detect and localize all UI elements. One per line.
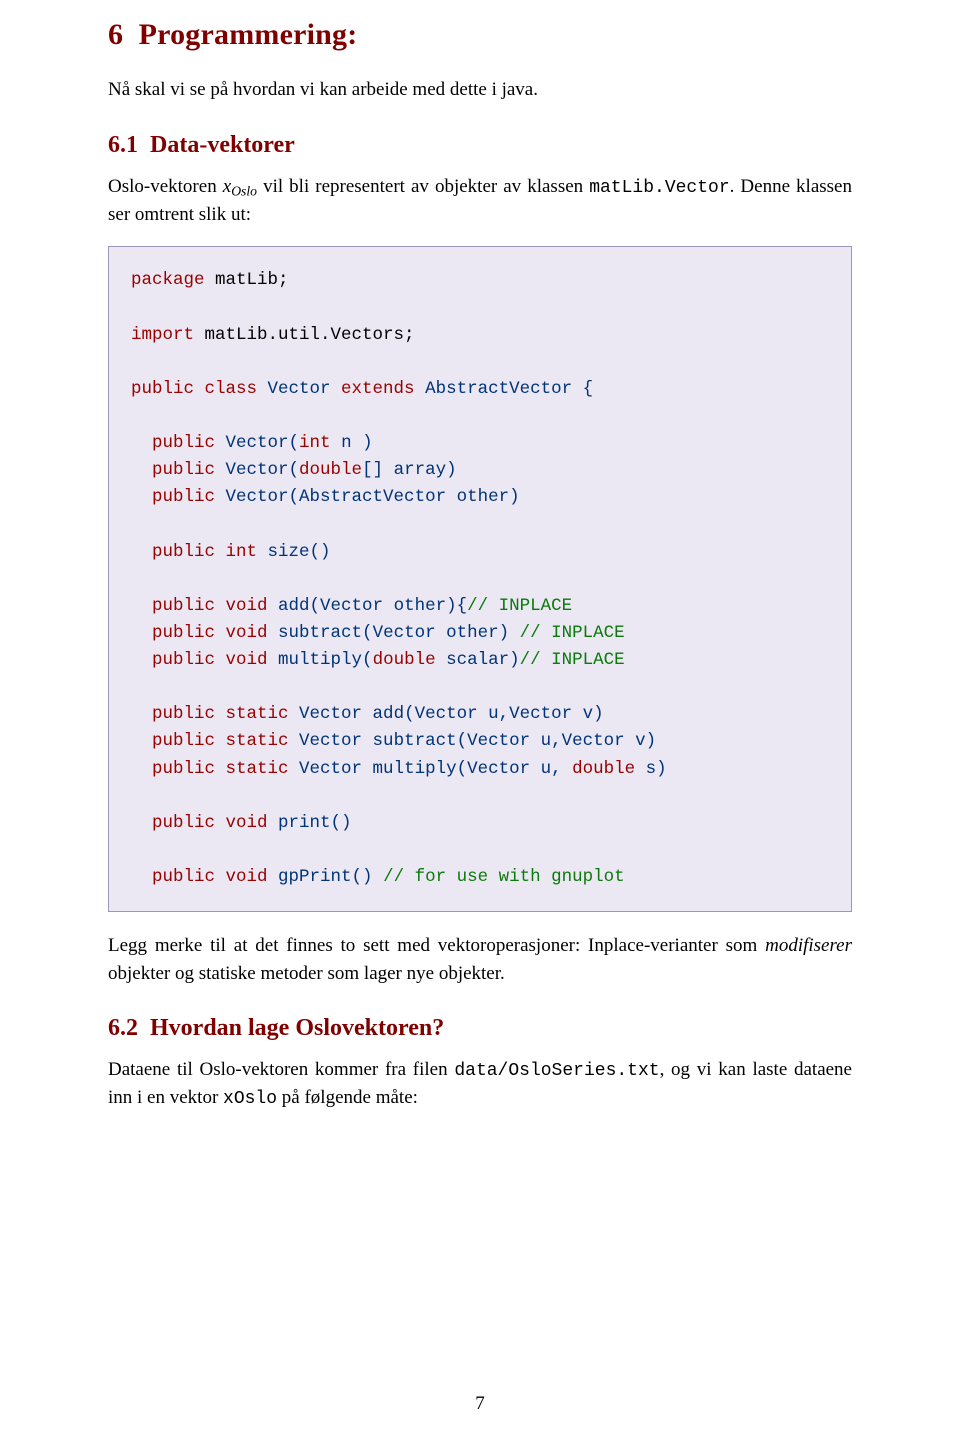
math-variable-x: x [223, 176, 231, 197]
intro-paragraph: Nå skal vi se på hvordan vi kan arbeide … [108, 76, 852, 104]
page-number: 7 [0, 1393, 960, 1415]
code-type: multiply( [268, 650, 373, 670]
code-type: Vector( [215, 460, 299, 480]
subsection-6-2-heading: 6.2 Hvordan lage Oslovektoren? [108, 1015, 852, 1042]
code-type: Vector [257, 379, 341, 399]
inline-code-xoslo: xOslo [223, 1089, 277, 1109]
code-keyword: public static [152, 731, 289, 751]
code-keyword: public void [152, 867, 268, 887]
inline-code-data-path: data/OsloSeries.txt [454, 1061, 659, 1081]
text: på følgende måte: [277, 1087, 418, 1108]
code-comment: // for use with gnuplot [383, 867, 625, 887]
section-heading: 6 Programmering: [108, 18, 852, 52]
code-keyword: public void [152, 813, 268, 833]
code-comment: // INPLACE [520, 650, 625, 670]
code-type: Vector( [215, 433, 299, 453]
page: 6 Programmering: Nå skal vi se på hvorda… [0, 0, 960, 1445]
code-type: scalar) [436, 650, 520, 670]
subsection-6-1-heading: 6.1 Data-vektorer [108, 132, 852, 159]
code-type: size() [257, 542, 331, 562]
subsection-6-2-paragraph: Dataene til Oslo-vektoren kommer fra fil… [108, 1056, 852, 1112]
code-type: Vector subtract(Vector u,Vector v) [289, 731, 657, 751]
code-keyword: public static [152, 759, 289, 779]
code-keyword: double [373, 650, 436, 670]
math-subscript-oslo: Oslo [231, 183, 257, 198]
code-keyword: public [152, 487, 215, 507]
code-keyword: double [572, 759, 635, 779]
section-title: Programmering: [139, 18, 358, 51]
code-keyword: import [131, 325, 194, 345]
text: Legg merke til at det finnes to sett med… [108, 935, 765, 956]
code-keyword: public void [152, 650, 268, 670]
code-keyword: public static [152, 704, 289, 724]
code-keyword: extends [341, 379, 415, 399]
code-keyword: int [299, 433, 331, 453]
code-pre: package matLib; import matLib.util.Vecto… [131, 267, 829, 891]
code-type: print() [268, 813, 352, 833]
code-listing-vector-class: package matLib; import matLib.util.Vecto… [108, 246, 852, 912]
after-6-1-paragraph: Legg merke til at det finnes to sett med… [108, 932, 852, 987]
code-type: subtract(Vector other) [268, 623, 520, 643]
text: Dataene til Oslo-vektoren kommer fra fil… [108, 1059, 454, 1080]
subsection-number: 6.1 [108, 132, 138, 158]
code-type: n ) [331, 433, 373, 453]
section-number: 6 [108, 18, 123, 51]
code-type: Vector add(Vector u,Vector v) [289, 704, 604, 724]
code-type: [] array) [362, 460, 457, 480]
code-type: gpPrint() [268, 867, 384, 887]
code-comment: // INPLACE [467, 596, 572, 616]
code-text: matLib.util.Vectors; [194, 325, 415, 345]
code-keyword: public [152, 460, 215, 480]
text: Oslo-vektoren [108, 176, 223, 197]
emphasis-modifiserer: modifiserer [765, 935, 852, 956]
code-keyword: public [152, 433, 215, 453]
code-type: s) [635, 759, 667, 779]
code-keyword: public class [131, 379, 257, 399]
code-type: Vector(AbstractVector other) [215, 487, 520, 507]
subsection-title: Hvordan lage Oslovektoren? [150, 1015, 444, 1041]
code-type: AbstractVector { [415, 379, 594, 399]
code-type: add(Vector other){ [268, 596, 468, 616]
text: objekter og statiske metoder som lager n… [108, 963, 505, 984]
code-keyword: package [131, 270, 205, 290]
code-keyword: double [299, 460, 362, 480]
code-keyword: public void [152, 623, 268, 643]
code-keyword: public int [152, 542, 257, 562]
inline-code-matlib-vector: matLib.Vector [589, 178, 729, 198]
code-type: Vector multiply(Vector u, [289, 759, 573, 779]
code-comment: // INPLACE [520, 623, 625, 643]
text: vil bli representert av objekter av klas… [257, 176, 589, 197]
subsection-number: 6.2 [108, 1015, 138, 1041]
subsection-6-1-paragraph: Oslo-vektoren xOslo vil bli representert… [108, 173, 852, 229]
code-text: matLib; [205, 270, 289, 290]
subsection-title: Data-vektorer [150, 132, 295, 158]
code-keyword: public void [152, 596, 268, 616]
